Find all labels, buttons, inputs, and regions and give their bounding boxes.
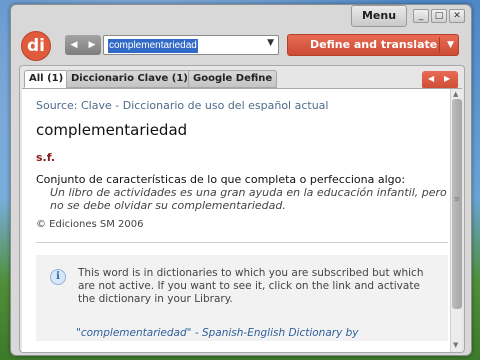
inactive-dictionary-notice: i This word is in dictionaries to which … [36,255,448,341]
forward-arrow-icon[interactable]: ▶ [83,35,101,55]
menu-button[interactable]: Menu [351,5,407,27]
tab-diccionario-clave[interactable]: Diccionario Clave (1) [66,70,193,88]
vertical-scrollbar[interactable]: ▲ ≡ ▼ [450,89,462,352]
define-button-separator [439,37,440,53]
source-dictionary-link[interactable]: Clave - Diccionario de uso del español a… [81,99,328,112]
scroll-up-icon[interactable]: ▲ [453,90,458,98]
define-options-dropdown-icon[interactable]: ▼ [447,35,454,55]
search-input-value: complementariedad [108,39,198,53]
dictionary-window: Menu _ □ ✕ di ◀ ▶ complementariedad ▼ De… [10,4,472,356]
source-prefix: Source: [36,99,78,112]
copyright-notice: © Ediciones SM 2006 [36,219,144,230]
back-arrow-icon[interactable]: ◀ [65,35,83,55]
define-and-translate-button[interactable]: Define and translate ▼ [287,34,459,56]
definition-text: Conjunto de características de lo que co… [36,173,406,186]
info-icon: i [50,269,66,285]
definition-content: Source: Clave - Diccionario de uso del e… [22,88,462,352]
scroll-grip-icon: ≡ [454,195,460,203]
source-line: Source: Clave - Diccionario de uso del e… [36,99,328,112]
usage-example: Un libro de actividades es una gran ayud… [50,186,447,212]
tab-prev-icon[interactable]: ◀ [428,74,434,83]
tab-next-icon[interactable]: ▶ [444,74,450,83]
search-history-dropdown-icon[interactable]: ▼ [267,38,274,48]
search-input[interactable]: complementariedad ▼ [103,35,279,55]
headword: complementariedad [36,121,188,139]
part-of-speech: s.f. [36,151,56,164]
toolbar: di ◀ ▶ complementariedad ▼ Define and tr… [19,29,465,63]
define-button-label: Define and translate [310,38,438,51]
scroll-thumb[interactable] [452,99,462,309]
tab-scroll-buttons: ◀ ▶ [422,71,458,89]
tab-google-define[interactable]: Google Define [188,70,278,88]
results-panel: All (1) Diccionario Clave (1) Google Def… [19,65,465,353]
tab-all[interactable]: All (1) [24,70,69,88]
history-navigation: ◀ ▶ [65,35,101,55]
scroll-down-icon[interactable]: ▼ [453,341,458,349]
restore-icon[interactable]: □ [431,9,447,23]
app-logo: di [21,31,51,61]
activate-dictionary-link[interactable]: "complementariedad" - Spanish-English Di… [76,327,359,339]
notice-text: This word is in dictionaries to which yo… [78,267,424,305]
minimize-icon[interactable]: _ [413,9,429,23]
section-divider [36,242,448,243]
close-icon[interactable]: ✕ [449,9,465,23]
